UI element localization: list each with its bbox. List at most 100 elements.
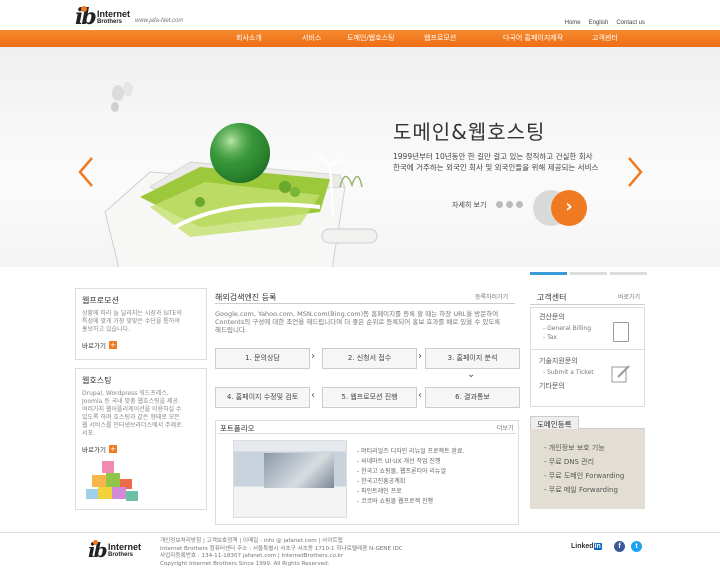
nav-item-multilang[interactable]: 다국어 홈페이지제작 xyxy=(503,33,563,43)
linkedin-icon[interactable]: Linkedin xyxy=(571,543,602,550)
edit-icon xyxy=(611,365,630,383)
footer-logo-line1: Internet xyxy=(108,542,142,552)
support-more-link[interactable]: 바로가기 xyxy=(618,292,640,301)
domain-feature: - 무료 DNS 관리 xyxy=(544,458,595,466)
plus-icon: + xyxy=(108,341,117,349)
footer-business-number: 사업자등록번호 : 134-11-18307 jafanet.com | Int… xyxy=(160,553,344,559)
chevron-down-icon: ⌄ xyxy=(467,369,476,380)
page: ib Internet Brothers www.jafa-Net.com Ho… xyxy=(0,0,720,574)
divider xyxy=(218,433,516,434)
toplink-english[interactable]: English xyxy=(589,20,609,26)
site-logo[interactable]: ib Internet Brothers www.jafa-Net.com xyxy=(75,4,195,30)
step-1: 1. 문의상담 xyxy=(215,348,310,369)
tab-indicator[interactable] xyxy=(610,272,647,275)
portfolio-item[interactable]: - 머티리얼즈 디자인 리뉴얼 프로젝트 완료. xyxy=(357,447,464,457)
document-icon xyxy=(613,322,629,342)
linkedin-in: in xyxy=(593,543,602,550)
hero-pager-dots[interactable] xyxy=(496,201,523,208)
portfolio-more-link[interactable]: 더보기 xyxy=(497,423,514,432)
promo-go-link[interactable]: 바로가기 + xyxy=(76,334,206,356)
portfolio-thumbnail[interactable] xyxy=(233,440,347,518)
domain-feature: - 무료 도메인 Forwarding xyxy=(544,472,625,480)
hosting-text-4: 있도록 하며 호스팅과 같은 형태로 모든 xyxy=(82,414,180,421)
hero-more-button[interactable]: › xyxy=(551,190,587,226)
portfolio-item[interactable]: - 코코바 쇼핑몰 웹프로젝 진행 xyxy=(357,497,464,507)
twitter-icon[interactable]: t xyxy=(631,541,642,552)
desc-line: Contents의 구성에 대한 조언을 해드립니다며 더 좋은 순위로 등록되… xyxy=(215,318,501,326)
hosting-text-5: 웹 서비스를 인터넷브라더스에서 주제로 xyxy=(82,422,182,429)
step-2: 2. 신청서 접수 xyxy=(322,348,417,369)
hero-description: 1999년부터 10년동안 한 길만 걸고 있는 정직하고 건실한 회사 한국에… xyxy=(393,151,643,173)
footer-copyright: Copyright Internet Brothers Since 1999. … xyxy=(160,560,330,567)
hosting-title: 웹호스팅 xyxy=(82,376,112,385)
tab-indicator-active[interactable] xyxy=(530,272,567,275)
footer-logo-line2: Brothers xyxy=(108,552,134,558)
hero-more-link[interactable]: 자세히 보기 xyxy=(452,200,486,210)
hosting-text-6: 서포. xyxy=(82,430,95,437)
footer-divider xyxy=(0,532,720,533)
hero-title: 도메인&웹호스팅 xyxy=(393,120,546,144)
hosting-box: 웹호스팅 Drupal, Wordpress 워드프레스, Joomla 등 국… xyxy=(75,368,207,510)
footer-links[interactable]: 개인정보처리방침 | 고객보호정책 | 이메일 : info @ jafanet… xyxy=(160,538,403,546)
section-tabs[interactable] xyxy=(530,272,647,275)
chevron-right-icon: › xyxy=(565,196,573,217)
footer-info: 개인정보처리방침 | 고객보호정책 | 이메일 : info @ jafanet… xyxy=(160,538,403,568)
search-engine-more-link[interactable]: 등록하러가기 xyxy=(475,292,508,301)
domain-feature: - 개인정보 보호 기능 xyxy=(544,444,605,452)
nav-item-company[interactable]: 회사소개 xyxy=(236,33,262,43)
portfolio-item[interactable]: - 파인트레인 프로 xyxy=(357,487,464,497)
main-nav: 회사소개 서비스 도메인/웹호스팅 웹프로모션 다국어 홈페이지제작 고객센터 xyxy=(0,30,720,47)
toplink-contact[interactable]: Contact us xyxy=(616,20,645,26)
toplink-home[interactable]: Home xyxy=(565,20,581,26)
support-title: 고객센터 xyxy=(537,293,567,302)
footer-logo-dot xyxy=(93,540,98,545)
logo-url: www.jafa-Net.com xyxy=(135,18,184,24)
top-links: Home English Contact us xyxy=(565,20,645,26)
promo-title: 웹프로모션 xyxy=(82,296,119,305)
billing-box[interactable]: 견산문의 - General Billing - Tax xyxy=(530,307,645,351)
portfolio-item[interactable]: - 한국고진흥공계회 xyxy=(357,477,464,487)
divider xyxy=(215,303,515,304)
step-5: 5. 웹프로모션 진행 xyxy=(322,387,417,408)
hosting-go-label: 바로가기 xyxy=(82,446,106,454)
linkedin-text: Linked xyxy=(571,543,594,550)
hosting-text-2: Joomla 등 국내 맞춤 웹호스팅을 제공. xyxy=(82,398,180,405)
pager-dot[interactable] xyxy=(516,201,523,208)
domain-register-tab[interactable]: 도메인등록 xyxy=(530,416,645,432)
hero-desc-line1: 1999년부터 10년동안 한 길만 걸고 있는 정직하고 건실한 회사 xyxy=(393,152,593,161)
desc-line: Google.com, Yahoo.com, MSN.com(Bing.com)… xyxy=(215,310,499,318)
step-6: 6. 결과통보 xyxy=(425,387,520,408)
footer-address: Internet Brothers 컴퓨터센터 주소 : 서울특별시 서초구 서… xyxy=(160,545,403,552)
tab-indicator[interactable] xyxy=(570,272,607,275)
portfolio-item[interactable]: - 씨네마트 UI·UX 개선 작업 진행 xyxy=(357,457,464,467)
tech-support-box[interactable]: 기술지원문의 - Submit a Ticket 기타문의 xyxy=(530,349,645,407)
cubes-illustration xyxy=(86,461,138,501)
hosting-text-3: 여러가지 웹어플리케이션을 이용하실 수 xyxy=(82,406,182,413)
promo-text-1: 상황에 따라 늘 달라지는 시장과 SITE의 xyxy=(82,310,182,317)
plus-icon: + xyxy=(108,445,117,453)
step-4: 4. 홈페이지 수정및 검토 xyxy=(215,387,310,408)
nav-item-web-promotion[interactable]: 웹프로모션 xyxy=(424,33,456,43)
pager-dot[interactable] xyxy=(496,201,503,208)
chevron-left-icon: ‹ xyxy=(418,390,422,401)
divider xyxy=(530,304,645,305)
domain-register-box: - 개인정보 보호 기능 - 무료 DNS 관리 - 무료 도메인 Forwar… xyxy=(530,429,645,509)
chevron-right-icon: › xyxy=(311,351,315,362)
nav-item-service[interactable]: 서비스 xyxy=(302,33,321,43)
hero-prev-arrow-icon[interactable] xyxy=(78,157,94,187)
portfolio-item[interactable]: - 한국고 쇼핑몰, 웹프론티어 리뉴얼 xyxy=(357,467,464,477)
logo-line2: Brothers xyxy=(97,19,123,25)
pager-dot[interactable] xyxy=(506,201,513,208)
hosting-text-1: Drupal, Wordpress 워드프레스, xyxy=(82,390,169,397)
desc-line: 해드립니다. xyxy=(215,326,247,334)
domain-feature: - 무료 메일 Forwarding xyxy=(544,486,618,494)
nav-item-support[interactable]: 고객센터 xyxy=(592,33,618,43)
nav-item-domain-hosting[interactable]: 도메인/웹호스팅 xyxy=(347,33,394,43)
chevron-left-icon: ‹ xyxy=(311,390,315,401)
logo-line1: Internet xyxy=(97,9,131,19)
step-3: 3. 홈페이지 분석 xyxy=(425,348,520,369)
promo-box: 웹프로모션 상황에 따라 늘 달라지는 시장과 SITE의 특성에 맞게 가장 … xyxy=(75,288,207,360)
hero-desc-line2: 한국에 거주하는 외국인 회사 및 외국인들을 위해 제공되는 서비스 xyxy=(393,163,599,172)
search-engine-title: 해외검색엔진 등록 xyxy=(215,293,277,302)
facebook-icon[interactable]: f xyxy=(614,541,625,552)
